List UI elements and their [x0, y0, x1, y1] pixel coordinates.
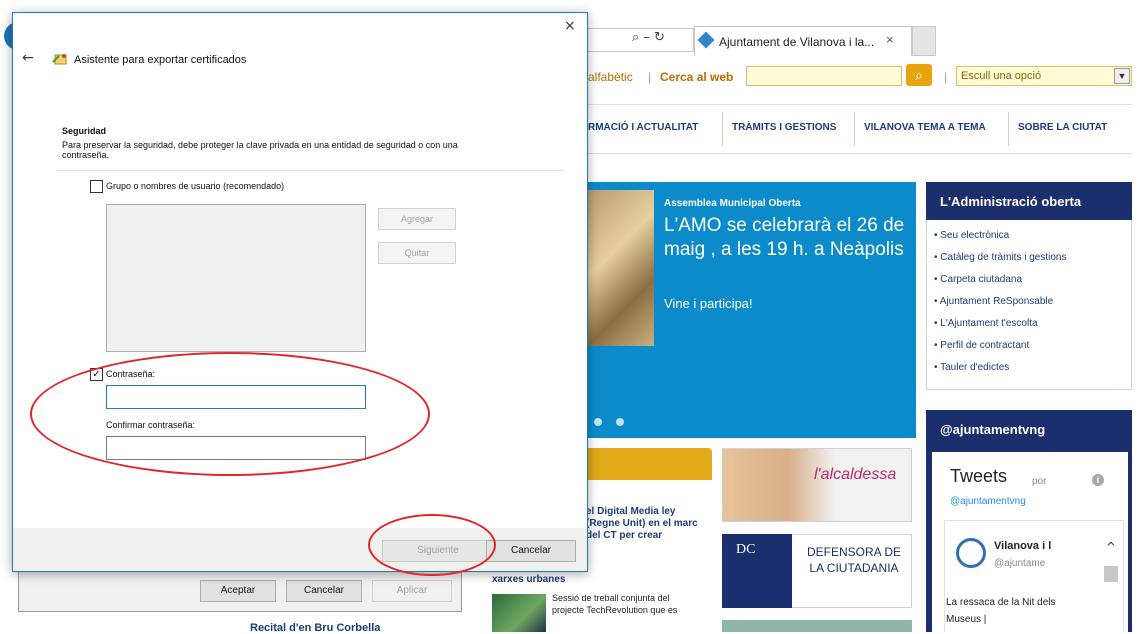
defensora-logo — [722, 534, 792, 608]
admin-link[interactable]: • Ajuntament ReSponsable — [934, 296, 1053, 307]
twitter-handle-link[interactable]: @ajuntamentvng — [950, 496, 1026, 507]
props-cancel-button[interactable]: Cancelar — [286, 580, 362, 602]
admin-link[interactable]: • Seu electrònica — [934, 230, 1009, 241]
annotation-ellipse-next — [368, 514, 496, 576]
toolbar-separator: | — [944, 70, 948, 84]
carousel-dot[interactable] — [616, 418, 624, 426]
tab-close-icon[interactable]: × — [886, 32, 894, 47]
alcaldessa-card[interactable] — [722, 448, 912, 522]
browser-tab-active[interactable]: Ajuntament de Vilanova i la... — [694, 26, 912, 56]
tweets-title: Tweets — [950, 466, 1008, 486]
alcaldessa-label: l'alcaldessa — [814, 466, 897, 483]
carousel-dot[interactable] — [594, 418, 602, 426]
remove-button[interactable]: Quitar — [378, 242, 456, 264]
info-icon[interactable]: i — [1092, 474, 1104, 486]
news-section-header — [586, 448, 712, 480]
defensora-label: DEFENSORA DE LA CIUTADANIA — [806, 545, 902, 575]
news-headline[interactable]: el Digital Media ley (Regne Unit) en el … — [586, 506, 706, 542]
admin-link[interactable]: • L'Ajuntament t'escolta — [934, 318, 1038, 329]
section-title: Seguridad — [62, 126, 107, 136]
nav-vilanova-tema[interactable]: VILANOVA TEMA A TEMA — [864, 122, 986, 133]
group-users-label[interactable]: Grupo o nombres de usuario (recomendado) — [106, 181, 284, 191]
admin-link[interactable]: • Perfil de contractant — [934, 340, 1029, 351]
certificate-wizard-icon — [52, 54, 67, 65]
nav-tramits[interactable]: TRÀMITS I GESTIONS — [732, 122, 836, 133]
annotation-ellipse-password — [30, 352, 430, 476]
users-list[interactable] — [106, 204, 366, 352]
cancel-button[interactable]: Cancelar — [486, 540, 576, 562]
group-users-checkbox[interactable] — [90, 180, 103, 193]
chevron-down-icon[interactable]: ▼ — [1114, 68, 1130, 84]
wizard-title: Asistente para exportar certificados — [74, 54, 247, 66]
close-icon[interactable]: × — [564, 18, 576, 34]
address-bar-icons[interactable]: ⌕ – ↻ — [632, 30, 665, 45]
back-arrow-icon[interactable]: ← — [22, 50, 34, 66]
new-tab-button[interactable] — [912, 26, 936, 56]
news-summary: Sessió de treball conjunta del projecte … — [552, 593, 678, 615]
site-search-button[interactable]: ⌕ — [906, 64, 932, 86]
admin-link[interactable]: • Tauler d'edictes — [934, 362, 1009, 373]
twitter-panel-title[interactable]: @ajuntamentvng — [940, 422, 1045, 437]
hero-link[interactable]: Vine i participa! — [664, 296, 753, 311]
nav-divider — [1008, 112, 1009, 146]
site-search-input[interactable] — [746, 66, 902, 86]
nav-divider — [854, 112, 855, 146]
news-thumbnail[interactable] — [492, 594, 546, 632]
tweet-author[interactable]: Vilanova i l — [994, 540, 1051, 552]
apply-button[interactable]: Aplicar — [372, 580, 452, 602]
accept-button[interactable]: Aceptar — [200, 580, 276, 602]
hero-kicker: Assemblea Municipal Oberta — [664, 198, 801, 209]
nav-informacio[interactable]: RMACIÓ I ACTUALITAT — [588, 122, 698, 133]
admin-panel-title: L'Administració oberta — [926, 182, 1132, 220]
news-recital-link[interactable]: Recital d'en Bru Corbella — [250, 622, 380, 634]
section-divider — [56, 170, 564, 171]
section-description: Para preservar la seguridad, debe proteg… — [62, 140, 458, 160]
nav-sobre-ciutat[interactable]: SOBRE LA CIUTAT — [1018, 122, 1107, 133]
green-card[interactable] — [722, 620, 912, 632]
link-alfabetic[interactable]: alfabètic — [588, 70, 633, 84]
hero-image — [586, 190, 654, 346]
news-headline-end[interactable]: xarxes urbanes — [492, 574, 565, 585]
defensora-logo-text: DC — [736, 542, 756, 557]
add-button[interactable]: Agregar — [378, 208, 456, 230]
tweet-text: La ressaca de la Nit dels Museus | — [946, 597, 1056, 625]
hero-title[interactable]: L'AMO se celebrarà el 26 de maig , a les… — [664, 214, 912, 262]
label-cerca-web: Cerca al web — [660, 70, 734, 84]
scrollbar-thumb[interactable] — [1104, 566, 1118, 582]
option-select[interactable]: Escull una opció — [956, 66, 1132, 86]
tweets-por: por — [1032, 476, 1047, 487]
toolbar-separator: | — [648, 70, 652, 84]
tweet-account[interactable]: @ajuntame — [994, 558, 1045, 569]
nav-divider — [722, 112, 723, 146]
avatar[interactable] — [956, 538, 986, 568]
admin-link[interactable]: • Catàleg de tràmits i gestions — [934, 252, 1066, 263]
admin-link[interactable]: • Carpeta ciutadana — [934, 274, 1022, 285]
chevron-up-icon[interactable]: ^ — [1106, 540, 1116, 554]
